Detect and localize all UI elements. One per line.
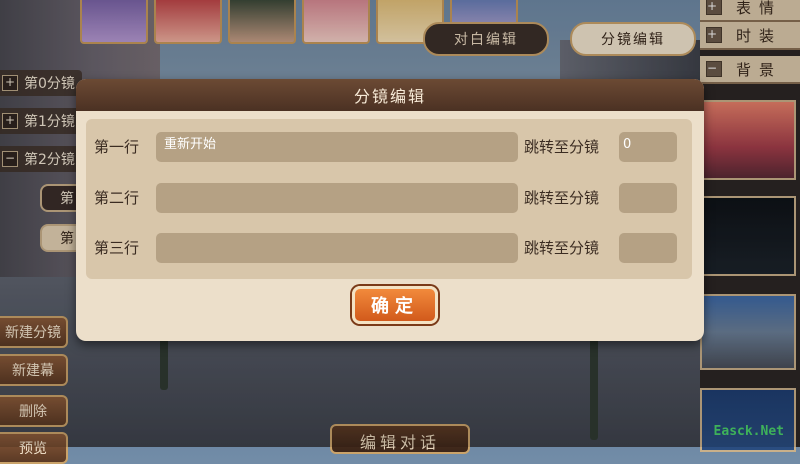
- row-text-input[interactable]: [156, 233, 518, 263]
- row-2: 第二行 跳转至分镜: [86, 183, 692, 213]
- row-label: 第三行: [94, 239, 140, 257]
- row-text-input[interactable]: 重新开始: [156, 132, 518, 162]
- row-1: 第一行 重新开始 跳转至分镜 0: [86, 132, 692, 162]
- row-3: 第三行 跳转至分镜: [86, 233, 692, 263]
- jump-target-input[interactable]: 0: [619, 132, 677, 162]
- jump-target-input[interactable]: [619, 233, 677, 263]
- confirm-button[interactable]: 确定: [352, 286, 438, 324]
- row-label: 第二行: [94, 189, 140, 207]
- row-text-input[interactable]: [156, 183, 518, 213]
- jump-label: 跳转至分镜: [524, 138, 600, 156]
- dialog-title: 分镜编辑: [76, 79, 704, 111]
- row-label: 第一行: [94, 138, 140, 156]
- dialog-body: 第一行 重新开始 跳转至分镜 0 第二行 跳转至分镜 第三行 跳转至分镜: [86, 119, 692, 279]
- storyboard-edit-dialog: 分镜编辑 第一行 重新开始 跳转至分镜 0 第二行 跳转至分镜 第三行 跳转至分…: [76, 79, 704, 341]
- jump-label: 跳转至分镜: [524, 239, 600, 257]
- jump-label: 跳转至分镜: [524, 189, 600, 207]
- jump-target-input[interactable]: [619, 183, 677, 213]
